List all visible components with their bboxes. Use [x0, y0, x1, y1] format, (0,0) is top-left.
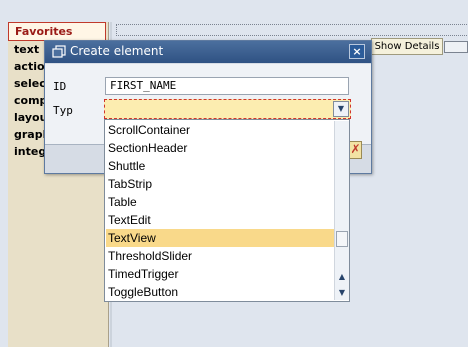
option-shuttle[interactable]: Shuttle — [106, 157, 336, 175]
option-timedtrigger[interactable]: TimedTrigger — [106, 265, 336, 283]
typ-label: Typ — [53, 104, 73, 117]
option-textview[interactable]: TextView — [106, 229, 336, 247]
id-input[interactable]: FIRST_NAME — [105, 77, 349, 95]
type-dropdown-list: ScrollContainer SectionHeader Shuttle Ta… — [104, 119, 350, 302]
typ-select[interactable]: ▼ — [104, 99, 351, 119]
show-details-button[interactable]: Show Details — [371, 38, 443, 55]
option-textedit[interactable]: TextEdit — [106, 211, 336, 229]
chevron-down-icon[interactable]: ▼ — [333, 101, 349, 117]
scroll-thumb[interactable] — [336, 231, 348, 247]
option-scrollcontainer[interactable]: ScrollContainer — [106, 121, 336, 139]
element-placeholder — [444, 41, 468, 53]
close-icon[interactable]: × — [349, 44, 365, 59]
option-table[interactable]: Table — [106, 193, 336, 211]
cancel-icon[interactable]: ✗ — [349, 141, 362, 159]
create-element-icon — [52, 45, 66, 58]
option-thresholdslider[interactable]: ThresholdSlider — [106, 247, 336, 265]
scroll-up-icon[interactable]: ▲ — [335, 270, 349, 284]
scroll-down-icon[interactable]: ▼ — [335, 286, 349, 300]
container-frame — [116, 24, 468, 36]
option-togglebutton[interactable]: ToggleButton — [106, 283, 336, 301]
category-favorites[interactable]: Favorites — [8, 22, 106, 41]
option-tabstrip[interactable]: TabStrip — [106, 175, 336, 193]
dropdown-scrollbar[interactable]: ▲ ▼ — [334, 121, 349, 300]
dialog-title-bar[interactable]: Create element × — [45, 41, 371, 63]
id-label: ID — [53, 80, 67, 93]
dialog-title: Create element — [70, 44, 164, 58]
option-sectionheader[interactable]: SectionHeader — [106, 139, 336, 157]
